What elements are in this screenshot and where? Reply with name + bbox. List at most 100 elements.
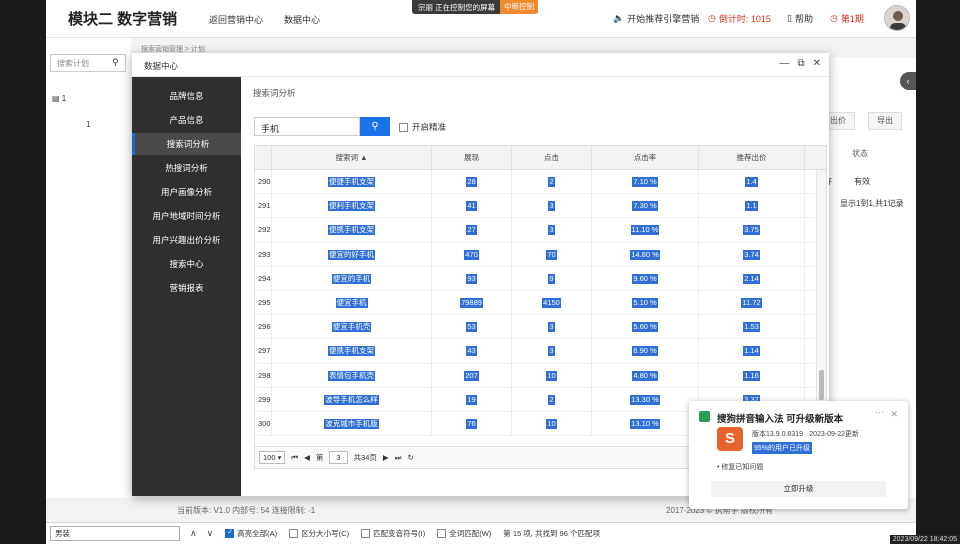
find-next-icon[interactable]: ∨: [207, 528, 214, 539]
search-icon[interactable]: ⚲: [112, 57, 119, 68]
refresh-icon[interactable]: ↻: [407, 453, 413, 462]
cell-clicks: 10: [512, 363, 592, 388]
start-push-button[interactable]: 🔈 开始推荐引擎营销: [613, 12, 699, 25]
table-row[interactable]: 296 便宜手机壳 53 3 5.60 % 1.53: [255, 315, 826, 340]
clock-icon: ◷: [830, 13, 838, 23]
cell-ctr-text: 5.60 %: [632, 322, 658, 333]
cell-clicks: 2: [512, 387, 592, 412]
cell-clicks-text: 3: [548, 322, 555, 333]
nav-data-center[interactable]: 数据中心: [284, 13, 320, 26]
keyword-input[interactable]: 手机: [254, 117, 360, 136]
cell-clicks-text: 3: [548, 346, 555, 357]
table-row[interactable]: 293 便宜的好手机 470 70 14.80 % 3.74: [255, 242, 826, 267]
stop-control-button[interactable]: 中断控制: [500, 0, 539, 14]
checkbox[interactable]: [361, 529, 371, 538]
table-row[interactable]: 295 便宜手机 79889 4150 5.10 % 11.72: [255, 291, 826, 316]
col-keyword[interactable]: 搜索词 ▲: [272, 146, 432, 170]
ime-update-notification: 搜狗拼音输入法 可升级新版本 ··· ✕ S 版本13.9.0.8319 · 2…: [689, 401, 908, 509]
help-button[interactable]: ▯ 帮助: [787, 12, 813, 25]
cell-impressions-text: 93: [466, 273, 477, 284]
cell-ctr: 14.80 %: [592, 242, 699, 267]
checkbox[interactable]: [289, 529, 299, 538]
menu-user-interest-bid-analysis[interactable]: 用户兴趣出价分析: [132, 229, 241, 251]
cell-keyword: 便宜手机壳: [272, 315, 432, 340]
menu-brand-info[interactable]: 品牌信息: [132, 85, 241, 107]
table-row[interactable]: 291 便利手机支架 41 3 7.30 % 1.1: [255, 194, 826, 219]
cell-impressions-text: 79889: [460, 298, 483, 308]
cell-clicks: 3: [512, 315, 592, 340]
menu-user-profile-analysis[interactable]: 用户画像分析: [132, 181, 241, 203]
page-total: 共34页: [353, 453, 377, 462]
next-page-icon[interactable]: ▶: [383, 453, 389, 462]
precise-label: 开启精准: [412, 122, 447, 132]
menu-search-term-analysis[interactable]: 搜索词分析: [132, 133, 241, 155]
app-logo: 模块二 数字营销: [68, 11, 178, 28]
upgrade-button[interactable]: 立即升级: [711, 481, 886, 497]
page-size-select[interactable]: 100 ▾: [259, 451, 286, 464]
search-button[interactable]: ⚲: [360, 117, 390, 136]
minimize-icon[interactable]: —: [779, 58, 789, 69]
col-ctr[interactable]: 点击率: [592, 146, 699, 170]
menu-product-info[interactable]: 产品信息: [132, 109, 241, 131]
scroll-thumb[interactable]: [819, 370, 824, 400]
nav-back-marketing[interactable]: 返回营销中心: [209, 13, 263, 26]
close-icon[interactable]: ✕: [813, 58, 821, 69]
find-prev-icon[interactable]: ∧: [190, 528, 197, 539]
cell-keyword: 便宜的手机: [272, 266, 432, 291]
cell-ctr-text: 13.30 %: [630, 394, 660, 405]
cell-clicks-text: 4150: [542, 298, 561, 308]
tree-node-child[interactable]: 1: [86, 120, 90, 129]
table-row[interactable]: 294 便宜的手机 93 9 9.60 % 2.14: [255, 266, 826, 291]
table-row[interactable]: 292 便携手机支架 27 3 11.10 % 3.75: [255, 218, 826, 243]
checkbox-checked[interactable]: [225, 528, 235, 538]
checkbox[interactable]: [437, 529, 447, 538]
col-clicks[interactable]: 点击: [512, 146, 592, 170]
prev-page-icon[interactable]: ◀: [304, 453, 310, 462]
close-icon[interactable]: ✕: [890, 409, 898, 420]
row-number: 293: [255, 242, 272, 267]
whole-word-option[interactable]: 全词匹配(W): [437, 528, 491, 539]
maximize-icon[interactable]: ⧉: [797, 58, 804, 69]
row-number: 299: [255, 387, 272, 412]
col-impressions[interactable]: 展现: [432, 146, 512, 170]
find-input[interactable]: 男装: [50, 526, 180, 541]
cell-keyword-text: 便宜手机: [335, 298, 368, 308]
cell-keyword-text: 便利手机支架: [328, 201, 375, 212]
menu-user-region-time-analysis[interactable]: 用户地域时间分析: [132, 205, 241, 227]
more-icon[interactable]: ···: [875, 407, 884, 417]
menu-search-center[interactable]: 搜索中心: [132, 253, 241, 275]
row-number: 295: [255, 291, 272, 315]
cell-clicks-text: 2: [548, 177, 555, 187]
cell-clicks: 3: [512, 194, 592, 219]
menu-hot-search-analysis[interactable]: 热搜词分析: [132, 157, 241, 179]
cell-clicks-text: 9: [548, 273, 555, 284]
cell-bid: 3.75: [699, 218, 805, 243]
tree-node-root[interactable]: ▤ 1: [52, 94, 66, 103]
precise-checkbox[interactable]: [399, 122, 408, 132]
last-page-icon[interactable]: ⏭: [395, 453, 402, 463]
cell-keyword: 便携手机支架: [272, 339, 432, 364]
col-bid[interactable]: 推荐出价: [699, 146, 805, 170]
table-row[interactable]: 298 表情包手机壳 207 10 4.80 % 1.16: [255, 363, 826, 388]
cell-ctr: 5.60 %: [592, 315, 699, 340]
highlight-all-option[interactable]: 高亮全部(A): [225, 528, 277, 539]
upgrade-percent: 95%的用户已升级: [752, 442, 813, 454]
timestamp: 2023/09/22 18:42:05: [889, 535, 960, 544]
first-page-icon[interactable]: ⏮: [291, 453, 298, 463]
cell-bid-text: 3.74: [743, 249, 760, 260]
avatar[interactable]: [884, 5, 910, 31]
collapse-toggle[interactable]: ‹: [900, 72, 916, 90]
page-number-input[interactable]: 3: [329, 451, 348, 464]
match-case-option[interactable]: 区分大小写(C): [289, 528, 349, 539]
cell-bid-text: 1.1: [745, 201, 758, 212]
export-button[interactable]: 导出: [868, 112, 902, 130]
table-row[interactable]: 297 便携手机支架 43 3 6.90 % 1.14: [255, 339, 826, 364]
cell-ctr-text: 7.30 %: [632, 201, 658, 212]
cell-bid: 1.14: [699, 339, 805, 364]
menu-marketing-report[interactable]: 营销报表: [132, 277, 241, 299]
table-row[interactable]: 290 便捷手机支架 28 2 7.10 % 1.4: [255, 170, 826, 195]
cell-impressions: 28: [432, 170, 512, 194]
match-diacritics-option[interactable]: 匹配变音符号(I): [361, 528, 425, 539]
search-icon: ⚲: [371, 121, 379, 132]
precise-toggle[interactable]: 开启精准: [399, 121, 446, 133]
